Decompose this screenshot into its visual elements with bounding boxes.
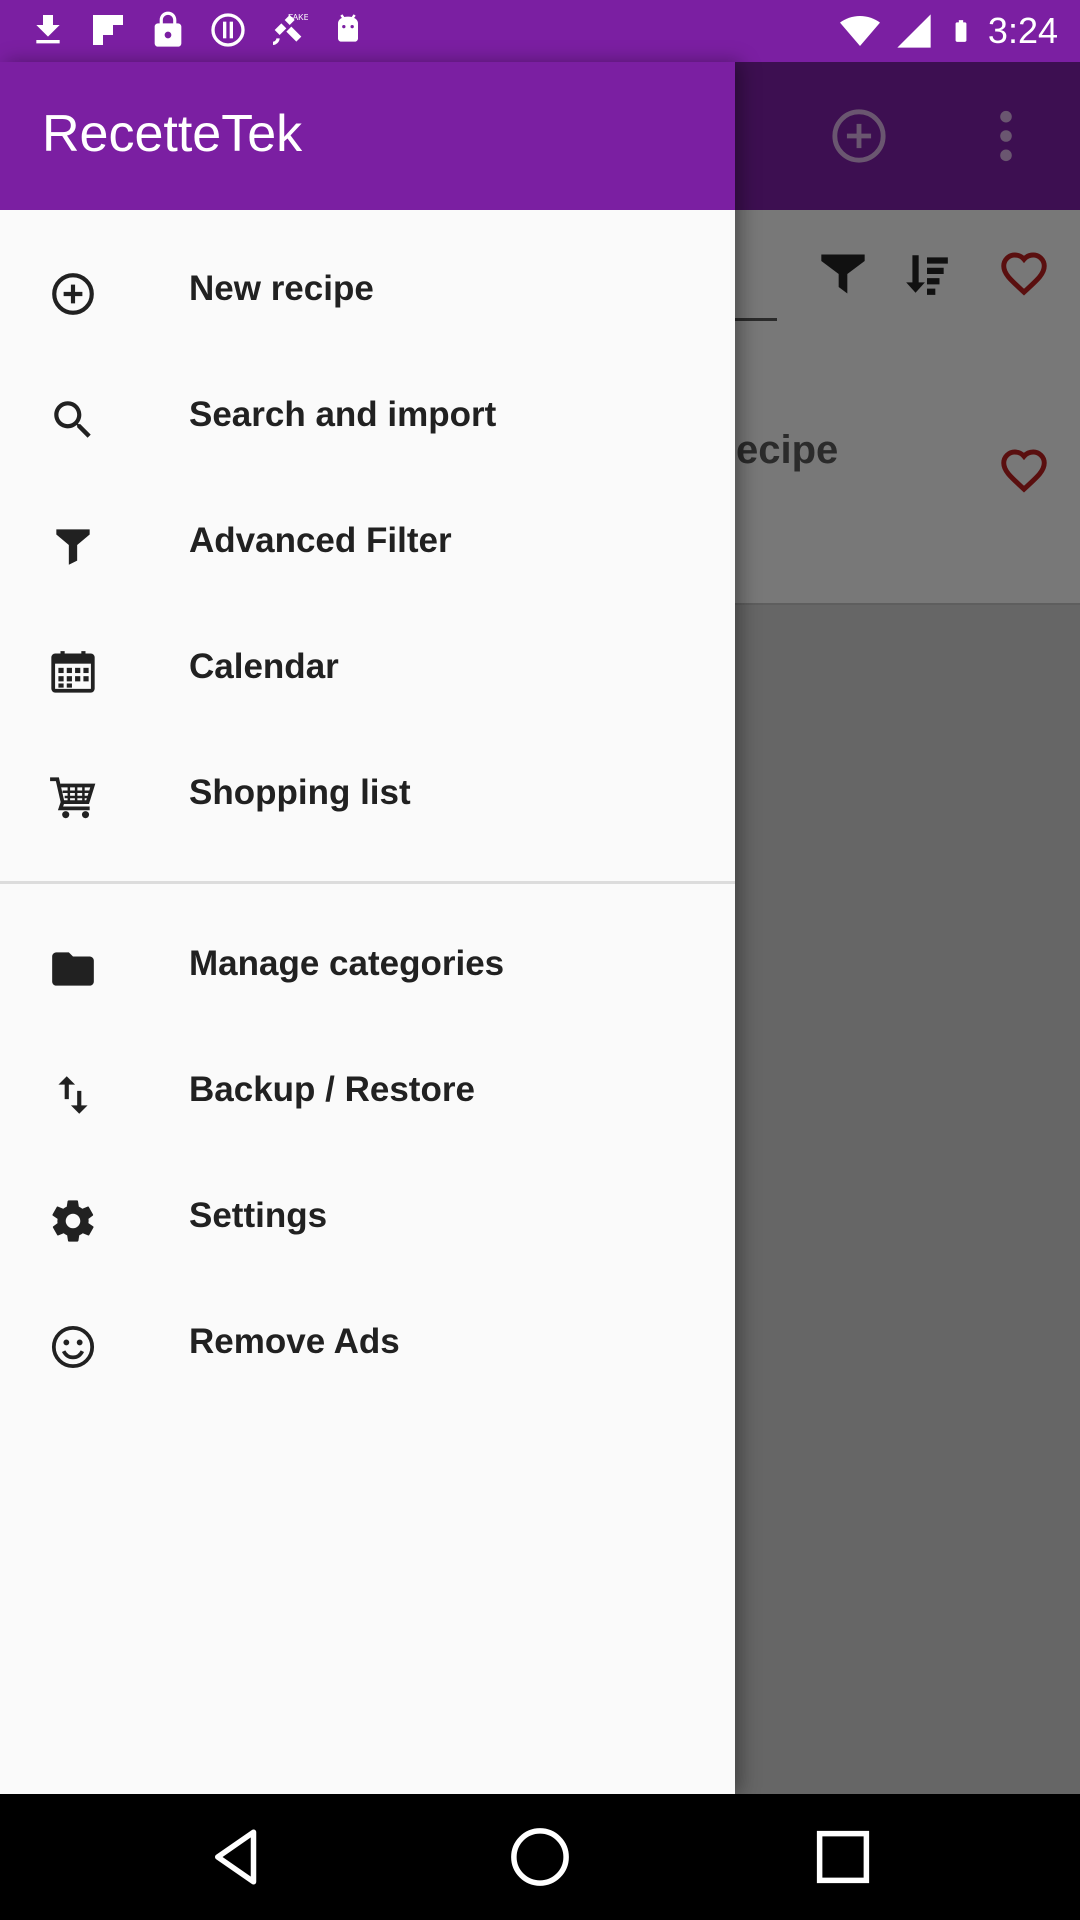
menu-item-settings[interactable]: Settings [0,1158,735,1284]
menu-item-manage-categories[interactable]: Manage categories [0,906,735,1032]
filter-icon [56,529,90,565]
sort-icon [906,255,948,295]
menu-item-advanced-filter[interactable]: Advanced Filter [0,483,735,609]
heart-icon [1001,252,1047,296]
menu-item-label: Manage categories [189,944,505,983]
gear-icon [52,1200,94,1242]
info-icon [211,13,245,47]
clock: 3:24 [987,10,1058,51]
battery-icon [955,20,967,42]
add-circle-icon [832,109,886,163]
more-vert-icon [1000,110,1012,162]
calendar-icon [51,651,95,693]
recents-icon[interactable] [810,1824,876,1890]
recipe-title: ecipe [736,428,839,472]
back-icon[interactable] [204,1824,270,1890]
menu-item-shopping-list[interactable]: Shopping list [0,735,735,861]
download-icon [36,15,60,44]
menu-item-label: Settings [189,1196,328,1235]
cart-icon [50,777,96,819]
notification-icons: FAKE [28,8,368,52]
folder-icon [52,952,94,986]
svg-text:FAKE: FAKE [288,12,308,22]
system-navigation-bar [0,1794,1080,1920]
status-bar: FAKE 3:24 [0,0,1080,62]
swap-vertical-icon [58,1076,88,1114]
android-icon [338,14,358,42]
app-title: RecetteTek [42,105,303,163]
navigation-drawer: RecetteTek New recipe Search and import … [0,62,735,1794]
lock-icon [154,11,182,47]
wifi-icon [839,16,880,46]
menu-item-calendar[interactable]: Calendar [0,609,735,735]
menu-item-label: New recipe [189,269,374,308]
menu-item-new-recipe[interactable]: New recipe [0,231,735,357]
menu-item-label: Backup / Restore [189,1070,475,1109]
signal-icon [897,14,931,48]
system-status: 3:24 [839,8,1058,54]
drawer-header: RecetteTek [0,62,735,210]
heart-icon [1001,449,1047,493]
satellite-icon: FAKE [273,12,308,45]
menu-item-search-and-import[interactable]: Search and import [0,357,735,483]
add-circle-icon [52,273,94,315]
menu-item-label: Calendar [189,647,339,686]
home-icon[interactable] [507,1824,573,1890]
menu-item-label: Advanced Filter [189,521,452,560]
menu-item-remove-ads[interactable]: Remove Ads [0,1284,735,1410]
menu-item-label: Search and import [189,395,497,434]
filter-icon [821,254,865,294]
menu-divider [0,881,735,884]
menu-item-label: Remove Ads [189,1322,400,1361]
smiley-icon [51,1325,95,1369]
flipboard-icon [93,15,123,45]
menu-item-backup-restore[interactable]: Backup / Restore [0,1032,735,1158]
search-icon [54,401,91,438]
menu-item-label: Shopping list [189,773,411,812]
